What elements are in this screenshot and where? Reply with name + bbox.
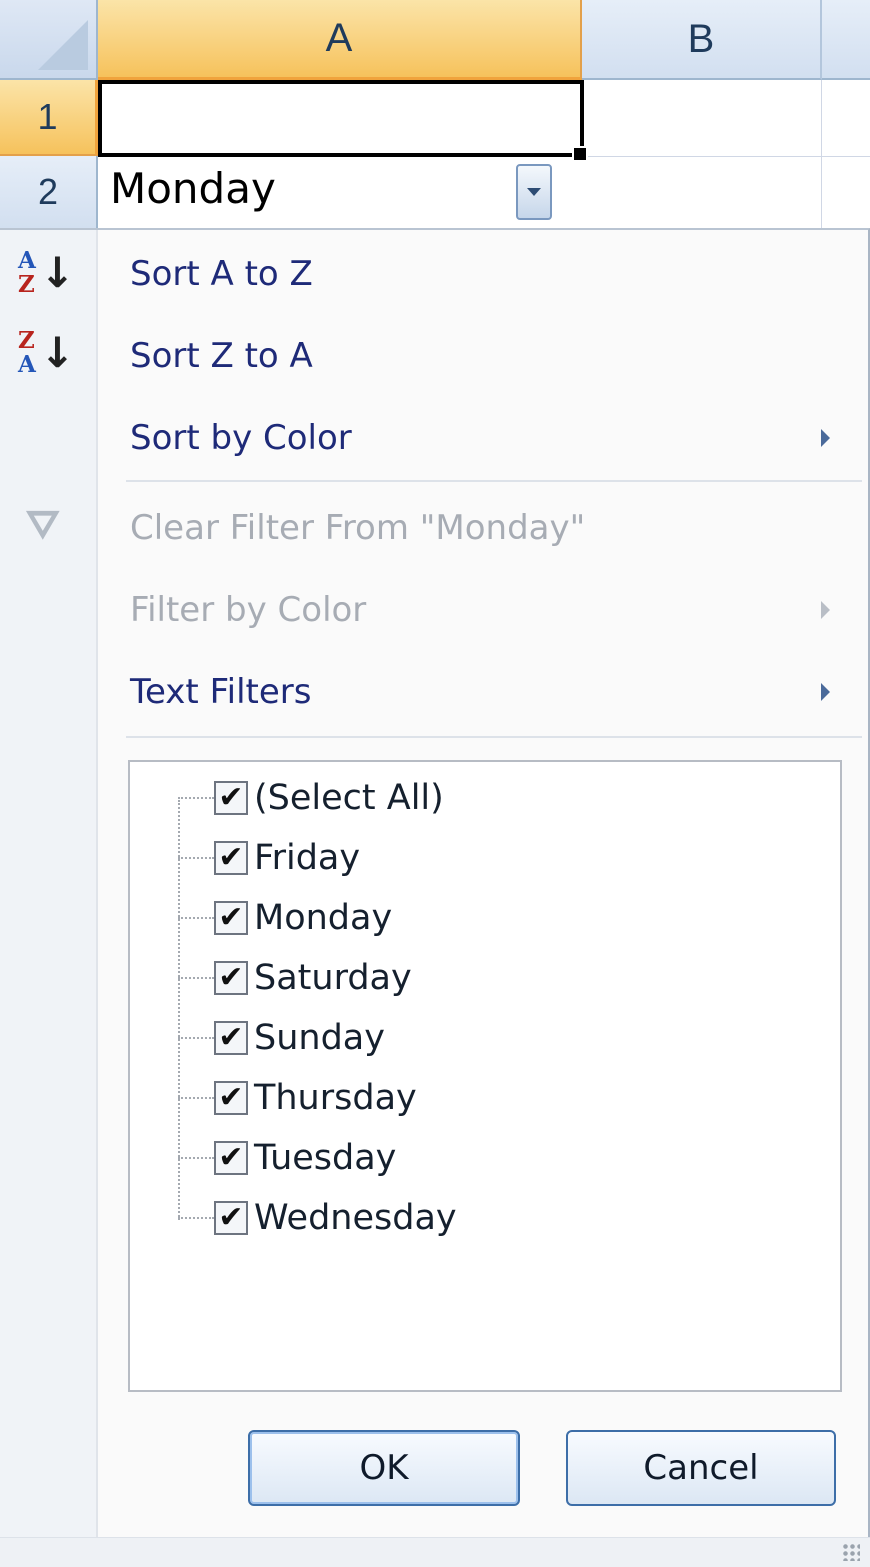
menu-resize-bar: [0, 1537, 870, 1567]
menu-item-sort-by-color[interactable]: Sort by Color: [130, 408, 352, 468]
tree-connector: [178, 917, 214, 919]
ok-button[interactable]: OK: [248, 1430, 520, 1506]
list-item-thursday[interactable]: ✔ Thursday: [178, 1068, 417, 1128]
cell-a2[interactable]: Monday: [110, 164, 276, 213]
list-item-label: Sunday: [254, 1018, 385, 1058]
select-all-corner[interactable]: [0, 0, 98, 80]
submenu-arrow-icon: [821, 429, 830, 447]
menu-separator: [126, 480, 862, 482]
tree-connector: [178, 1037, 214, 1039]
row-header-2[interactable]: 2: [0, 156, 98, 228]
list-item-label: Monday: [254, 898, 393, 938]
autofilter-dropdown-button[interactable]: [516, 164, 552, 220]
autofilter-menu: AZ ↓ Sort A to Z ZA ↓ Sort Z to A Sort b…: [0, 228, 870, 1567]
chevron-down-icon: [527, 188, 541, 196]
list-item-wednesday[interactable]: ✔ Wednesday: [178, 1188, 457, 1248]
sort-a-to-z-icon: AZ ↓: [18, 248, 75, 297]
sort-icon-letter: Z: [18, 270, 35, 298]
filter-values-list[interactable]: ✔ (Select All) ✔ Friday ✔ Monday ✔ Satur…: [128, 760, 842, 1392]
submenu-arrow-icon: [821, 601, 830, 619]
gridline: [821, 80, 822, 228]
corner-triangle-icon: [38, 20, 88, 70]
list-item-label: Wednesday: [254, 1198, 457, 1238]
row-header-1[interactable]: 1: [0, 80, 98, 156]
list-item-sunday[interactable]: ✔ Sunday: [178, 1008, 385, 1068]
fill-handle[interactable]: [572, 146, 588, 162]
list-item-select-all[interactable]: ✔ (Select All): [178, 768, 444, 828]
submenu-arrow-icon: [821, 683, 830, 701]
menu-item-filter-by-color: Filter by Color: [130, 590, 367, 630]
menu-item-sort-a-to-z[interactable]: Sort A to Z: [130, 244, 313, 304]
menu-separator: [126, 736, 862, 738]
menu-icon-gutter: [0, 230, 98, 1540]
checkbox[interactable]: ✔: [214, 781, 248, 815]
arrow-down-icon: ↓: [39, 248, 76, 297]
menu-item-clear-filter: Clear Filter From "Monday": [130, 508, 586, 548]
tree-connector: [178, 1217, 214, 1219]
tree-connector: [178, 857, 214, 859]
tree-connector: [178, 1097, 214, 1099]
checkbox[interactable]: ✔: [214, 841, 248, 875]
column-header-next[interactable]: [822, 0, 870, 80]
list-item-label: Friday: [254, 838, 361, 878]
cell-a1[interactable]: [98, 80, 584, 157]
clear-filter-icon: ⛛: [26, 502, 60, 548]
list-item-label: Tuesday: [254, 1138, 397, 1178]
checkbox[interactable]: ✔: [214, 901, 248, 935]
arrow-down-icon: ↓: [39, 328, 76, 377]
sort-z-to-a-icon: ZA ↓: [18, 328, 75, 377]
checkbox[interactable]: ✔: [214, 1201, 248, 1235]
resize-grip-icon[interactable]: [842, 1543, 860, 1561]
list-item-label: Saturday: [254, 958, 412, 998]
list-item-saturday[interactable]: ✔ Saturday: [178, 948, 412, 1008]
column-header-a[interactable]: A: [98, 0, 582, 80]
tree-connector: [178, 797, 214, 799]
checkbox[interactable]: ✔: [214, 1141, 248, 1175]
checkbox[interactable]: ✔: [214, 1021, 248, 1055]
list-item-label: Thursday: [254, 1078, 417, 1118]
checkbox[interactable]: ✔: [214, 1081, 248, 1115]
list-item-label: (Select All): [254, 778, 444, 818]
tree-connector: [178, 1157, 214, 1159]
list-item-friday[interactable]: ✔ Friday: [178, 828, 360, 888]
column-header-b[interactable]: B: [582, 0, 822, 80]
list-item-monday[interactable]: ✔ Monday: [178, 888, 392, 948]
sort-icon-letter: Z: [18, 326, 35, 354]
cancel-button[interactable]: Cancel: [566, 1430, 836, 1506]
menu-item-sort-z-to-a[interactable]: Sort Z to A: [130, 326, 313, 386]
sort-icon-letter: A: [18, 350, 36, 378]
checkbox[interactable]: ✔: [214, 961, 248, 995]
tree-connector: [178, 977, 214, 979]
list-item-tuesday[interactable]: ✔ Tuesday: [178, 1128, 396, 1188]
sort-icon-letter: A: [18, 246, 36, 274]
menu-item-text-filters[interactable]: Text Filters: [130, 662, 312, 722]
